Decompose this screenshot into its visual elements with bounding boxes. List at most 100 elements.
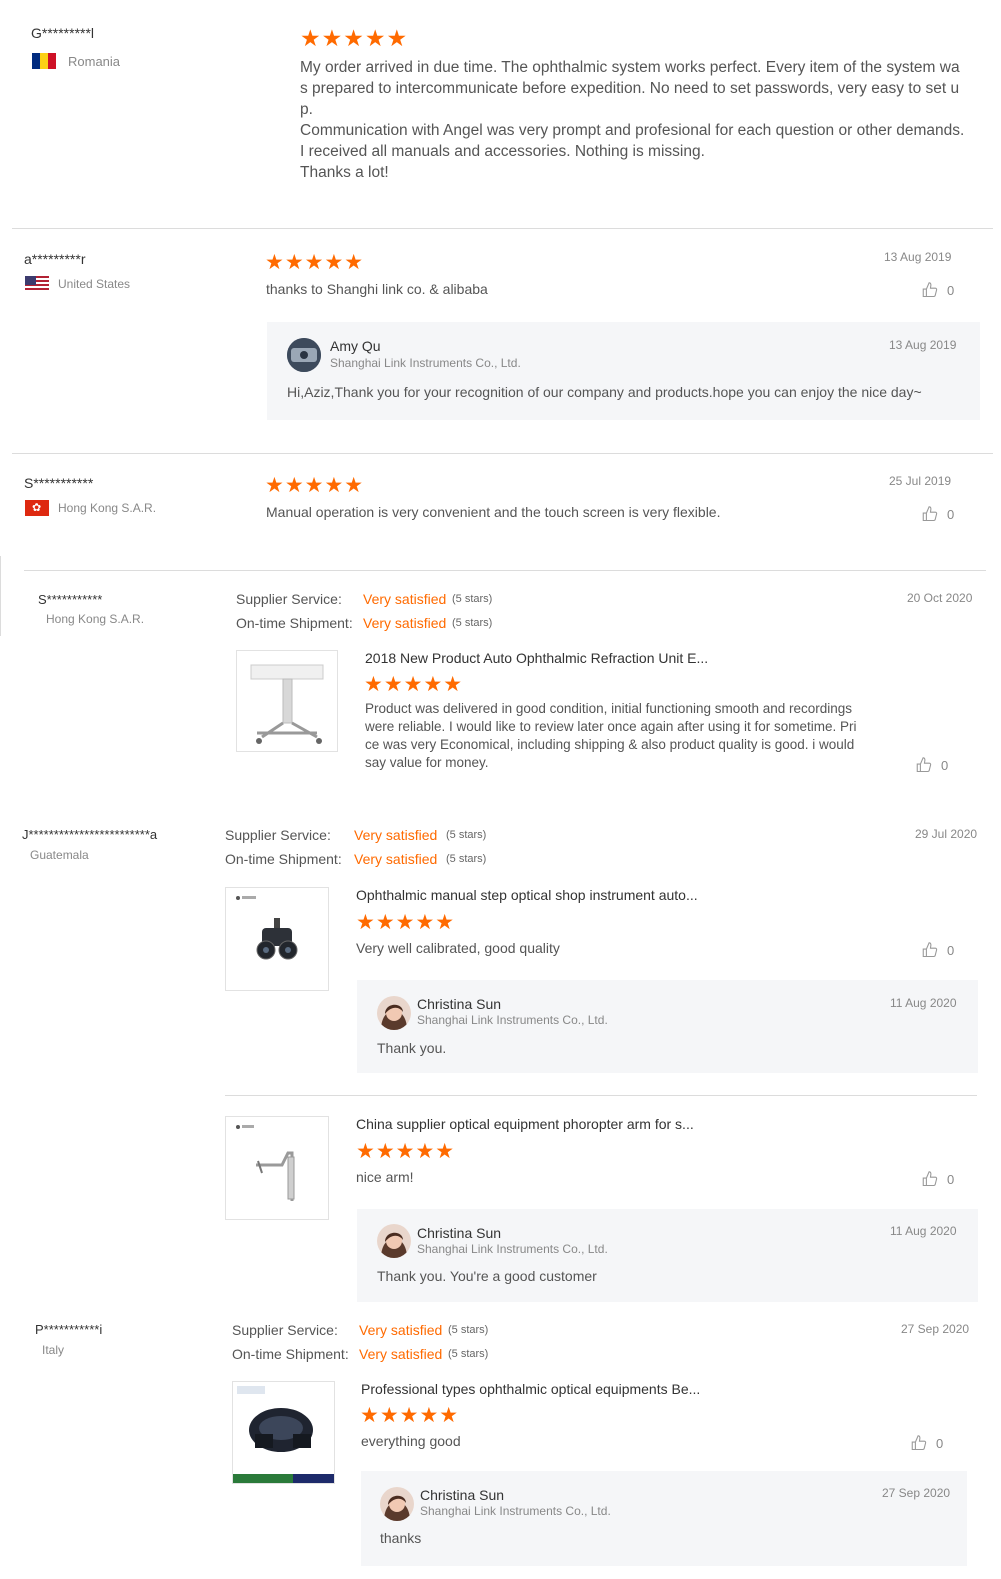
like-button[interactable]: 0 bbox=[921, 1170, 954, 1188]
reply-author: Christina Sun bbox=[417, 996, 502, 1012]
thumbs-up-icon bbox=[922, 506, 938, 522]
review-date: 20 Oct 2020 bbox=[907, 591, 973, 605]
product-thumbnail[interactable] bbox=[225, 887, 329, 991]
like-count: 0 bbox=[947, 506, 955, 522]
avatar bbox=[377, 1224, 411, 1258]
reviewer-country: Hong Kong S.A.R. bbox=[58, 501, 157, 515]
divider bbox=[24, 570, 986, 571]
reply-author: Christina Sun bbox=[417, 1225, 502, 1241]
thumbs-up-icon bbox=[911, 1435, 927, 1451]
review-date: 25 Jul 2019 bbox=[889, 474, 952, 488]
supplier-service-stars: (5 stars) bbox=[448, 1324, 489, 1336]
reviewer-country: Italy bbox=[42, 1343, 65, 1357]
reply-company: Shanghai Link Instruments Co., Ltd. bbox=[330, 356, 521, 370]
review-text: Manual operation is very convenient and … bbox=[266, 504, 721, 520]
like-button[interactable]: 0 bbox=[915, 756, 948, 774]
reviewer-name: G*********l bbox=[31, 25, 95, 41]
shipment-stars: (5 stars) bbox=[452, 617, 493, 629]
rating-stars: ★★★★★ bbox=[356, 1140, 456, 1163]
divider bbox=[0, 556, 1, 636]
review-text: My order arrived in due time. The ophtha… bbox=[300, 59, 965, 181]
shipment-stars: (5 stars) bbox=[446, 853, 487, 865]
divider bbox=[12, 228, 993, 229]
like-count: 0 bbox=[947, 282, 955, 298]
reviewer-country: United States bbox=[58, 277, 131, 291]
avatar bbox=[380, 1487, 414, 1521]
thumbs-up-icon bbox=[922, 282, 938, 298]
product-title[interactable]: China supplier optical equipment phoropt… bbox=[356, 1116, 694, 1132]
shipment-rating: Very satisfied bbox=[359, 1346, 443, 1362]
reply-author: Amy Qu bbox=[330, 338, 381, 354]
reply-company: Shanghai Link Instruments Co., Ltd. bbox=[420, 1504, 611, 1518]
supplier-service-label: Supplier Service: bbox=[236, 591, 342, 607]
seller-reply bbox=[361, 1471, 967, 1566]
divider bbox=[12, 453, 993, 454]
shipment-label: On-time Shipment: bbox=[225, 851, 342, 867]
review-text: nice arm! bbox=[356, 1169, 414, 1185]
reply-text: Hi,Aziz,Thank you for your recognition o… bbox=[287, 384, 922, 400]
supplier-service-rating: Very satisfied bbox=[363, 591, 447, 607]
like-button[interactable]: 0 bbox=[921, 505, 954, 523]
rating-stars: ★★★★★ bbox=[265, 251, 365, 274]
like-button[interactable]: 0 bbox=[921, 941, 954, 959]
divider bbox=[225, 1095, 977, 1096]
reviewer-country: Romania bbox=[68, 54, 121, 69]
supplier-service-rating: Very satisfied bbox=[359, 1322, 443, 1338]
like-count: 0 bbox=[941, 757, 949, 773]
reply-text: Thank you. bbox=[377, 1040, 447, 1056]
reviewer-name: S*********** bbox=[38, 592, 103, 607]
supplier-service-label: Supplier Service: bbox=[225, 827, 331, 843]
review-text: Product was delivered in good condition,… bbox=[365, 701, 857, 770]
review-date: 13 Aug 2019 bbox=[884, 250, 952, 264]
supplier-service-label: Supplier Service: bbox=[232, 1322, 338, 1338]
product-thumbnail[interactable] bbox=[236, 650, 338, 752]
reviewer-name: S*********** bbox=[24, 475, 94, 491]
reply-text: thanks bbox=[380, 1530, 422, 1546]
like-button[interactable]: 0 bbox=[910, 1434, 943, 1452]
review-date: 27 Sep 2020 bbox=[901, 1322, 970, 1336]
reply-author: Christina Sun bbox=[420, 1487, 505, 1503]
us-flag-icon bbox=[25, 276, 49, 292]
reviewer-name: J************************a bbox=[22, 827, 158, 842]
rating-stars: ★★★★★ bbox=[265, 474, 365, 497]
product-thumbnail[interactable] bbox=[232, 1381, 335, 1484]
thumbs-up-icon bbox=[916, 757, 932, 773]
rating-stars: ★★★★★ bbox=[356, 911, 456, 934]
hong-kong-flag-icon: ✿ bbox=[25, 500, 49, 516]
seller-reply bbox=[267, 322, 980, 420]
reply-date: 11 Aug 2020 bbox=[890, 996, 957, 1010]
reply-date: 11 Aug 2020 bbox=[890, 1224, 957, 1238]
review-text: everything good bbox=[361, 1433, 461, 1449]
reply-company: Shanghai Link Instruments Co., Ltd. bbox=[417, 1242, 608, 1256]
rating-stars: ★★★★★ bbox=[364, 673, 464, 696]
shipment-rating: Very satisfied bbox=[354, 851, 438, 867]
review-text: Very well calibrated, good quality bbox=[356, 940, 560, 956]
thumbs-up-icon bbox=[922, 942, 938, 958]
reply-text: Thank you. You're a good customer bbox=[377, 1268, 597, 1284]
like-count: 0 bbox=[936, 1435, 944, 1451]
shipment-label: On-time Shipment: bbox=[236, 615, 353, 631]
rating-stars: ★★★★★ bbox=[360, 1404, 460, 1427]
product-title[interactable]: 2018 New Product Auto Ophthalmic Refract… bbox=[365, 650, 708, 666]
avatar bbox=[377, 996, 411, 1030]
shipment-rating: Very satisfied bbox=[363, 615, 447, 631]
rating-stars: ★★★★★ bbox=[300, 25, 409, 51]
reply-date: 27 Sep 2020 bbox=[882, 1486, 951, 1500]
shipment-stars: (5 stars) bbox=[448, 1348, 489, 1360]
romania-flag-icon bbox=[32, 53, 56, 69]
product-thumbnail[interactable] bbox=[225, 1116, 329, 1220]
reviewer-name: P***********i bbox=[35, 1322, 103, 1337]
reviewer-country: Guatemala bbox=[30, 848, 89, 862]
reviewer-name: a*********r bbox=[24, 251, 86, 267]
like-button[interactable]: 0 bbox=[921, 281, 954, 299]
product-title[interactable]: Professional types ophthalmic optical eq… bbox=[361, 1381, 700, 1397]
product-title[interactable]: Ophthalmic manual step optical shop inst… bbox=[356, 887, 698, 903]
review-date: 29 Jul 2020 bbox=[915, 827, 978, 841]
review-text: thanks to Shanghi link co. & alibaba bbox=[266, 281, 488, 297]
like-count: 0 bbox=[947, 942, 955, 958]
reviewer-country: Hong Kong S.A.R. bbox=[46, 612, 145, 626]
thumbs-up-icon bbox=[922, 1171, 938, 1187]
shipment-label: On-time Shipment: bbox=[232, 1346, 349, 1362]
supplier-service-rating: Very satisfied bbox=[354, 827, 438, 843]
supplier-service-stars: (5 stars) bbox=[446, 829, 487, 841]
